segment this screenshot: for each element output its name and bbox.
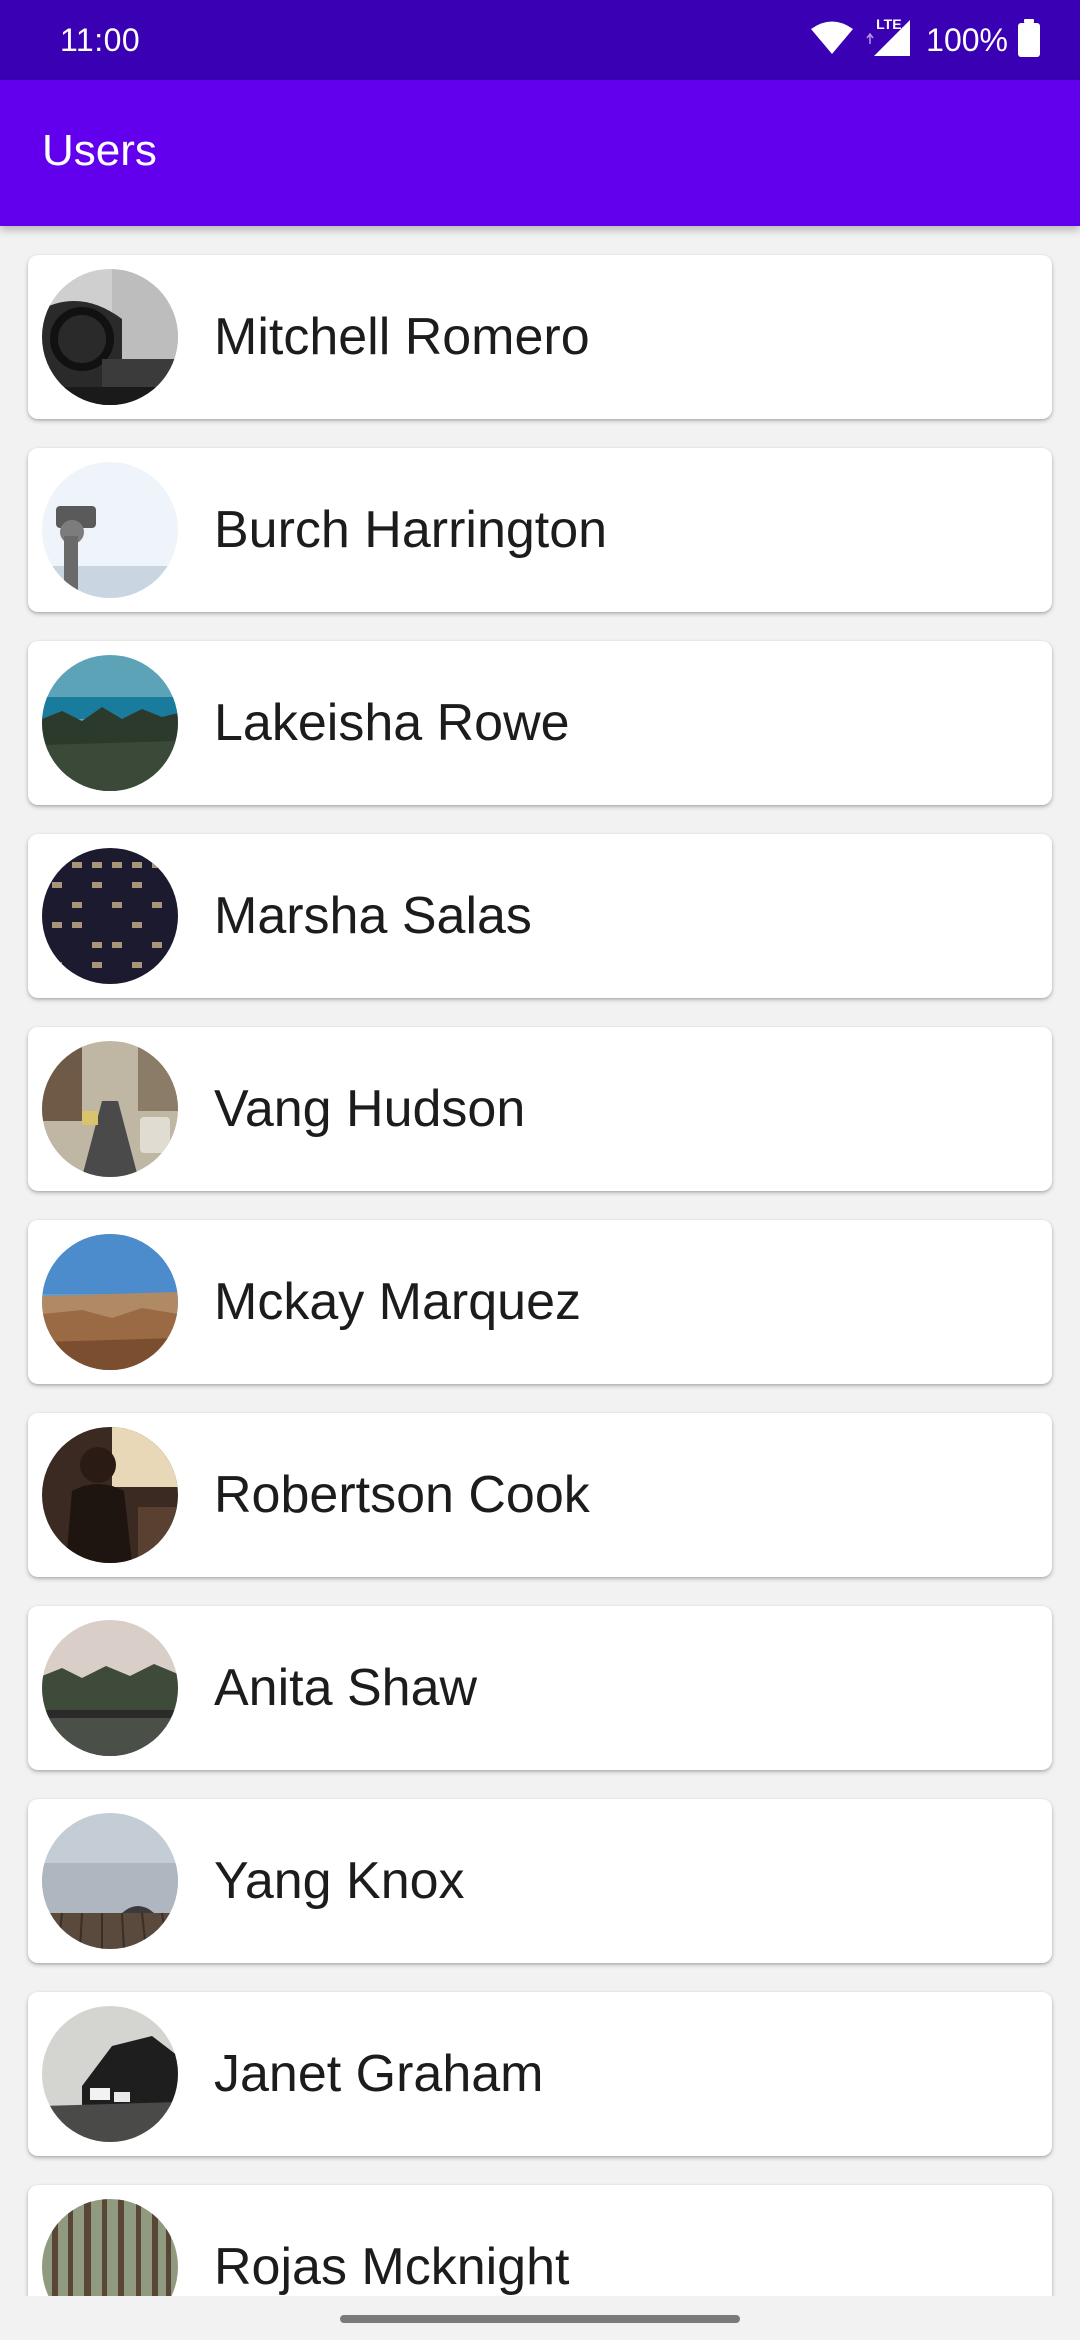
user-name: Lakeisha Rowe (214, 694, 570, 752)
avatar (42, 2199, 178, 2296)
user-name: Vang Hudson (214, 1080, 526, 1138)
navigation-bar (0, 2296, 1080, 2340)
user-card[interactable]: Vang Hudson (28, 1027, 1052, 1191)
user-card[interactable]: Mckay Marquez (28, 1220, 1052, 1384)
avatar (42, 1234, 178, 1370)
page-title: Users (42, 126, 157, 175)
app-bar: Users (0, 80, 1080, 226)
user-card[interactable]: Mitchell Romero (28, 255, 1052, 419)
avatar (42, 1813, 178, 1949)
user-card[interactable]: Anita Shaw (28, 1606, 1052, 1770)
status-icons: LTE 100% (810, 15, 1040, 63)
user-card[interactable]: Rojas Mcknight (28, 2185, 1052, 2296)
avatar (42, 269, 178, 405)
status-time: 11:00 (60, 22, 141, 58)
avatar (42, 462, 178, 598)
user-card[interactable]: Janet Graham (28, 1992, 1052, 2156)
avatar (42, 2006, 178, 2142)
avatar (42, 1041, 178, 1177)
gesture-handle[interactable] (340, 2315, 740, 2323)
cellular-signal-icon: LTE (866, 15, 912, 63)
user-card[interactable]: Marsha Salas (28, 834, 1052, 998)
user-name: Mitchell Romero (214, 308, 590, 366)
network-type-label: LTE (876, 15, 902, 32)
user-card[interactable]: Robertson Cook (28, 1413, 1052, 1577)
user-name: Janet Graham (214, 2045, 544, 2103)
user-card[interactable]: Burch Harrington (28, 448, 1052, 612)
user-card[interactable]: Lakeisha Rowe (28, 641, 1052, 805)
user-name: Marsha Salas (214, 887, 532, 945)
user-name: Mckay Marquez (214, 1273, 581, 1331)
wifi-icon (810, 20, 854, 61)
status-bar: 11:00 LTE 100% (0, 0, 1080, 80)
user-name: Burch Harrington (214, 501, 608, 559)
avatar (42, 1620, 178, 1756)
user-name: Robertson Cook (214, 1466, 590, 1524)
user-list[interactable]: Mitchell Romero Burch Harrington Lakeish… (0, 226, 1080, 2296)
avatar (42, 1427, 178, 1563)
user-card[interactable]: Yang Knox (28, 1799, 1052, 1963)
user-name: Yang Knox (214, 1852, 465, 1910)
avatar (42, 655, 178, 791)
avatar (42, 848, 178, 984)
user-name: Rojas Mcknight (214, 2238, 570, 2296)
battery-percentage: 100% (926, 21, 1008, 58)
user-name: Anita Shaw (214, 1659, 478, 1717)
battery-icon (1018, 18, 1040, 62)
